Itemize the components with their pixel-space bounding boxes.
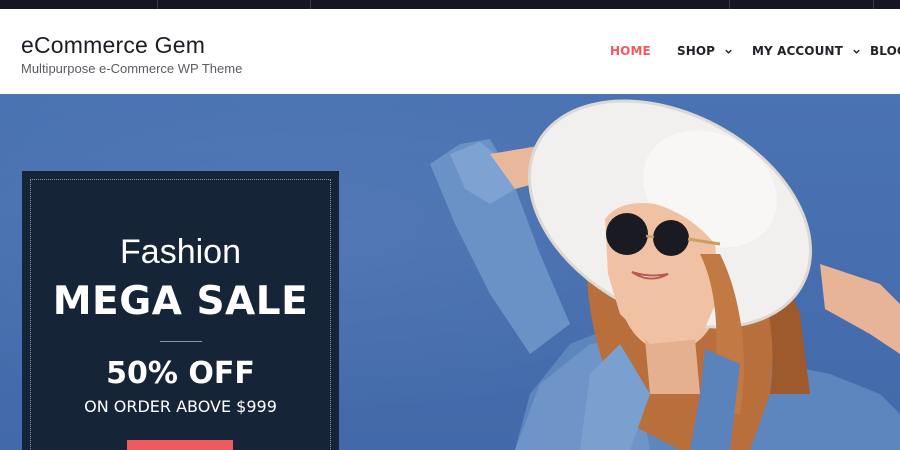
promo-cta-button[interactable]: [127, 440, 233, 450]
top-bar-divider: [873, 0, 874, 9]
nav-item-blog[interactable]: BLOG: [870, 44, 900, 58]
nav-item-label: SHOP: [677, 44, 716, 58]
promo-condition: ON ORDER ABOVE $999: [84, 397, 277, 416]
promo-discount: 50% OFF: [106, 356, 255, 391]
site-tagline: Multipurpose e-Commerce WP Theme: [21, 61, 243, 76]
promo-box: Fashion MEGA SALE 50% OFF ON ORDER ABOVE…: [22, 171, 339, 450]
top-bar-divider: [157, 0, 158, 9]
nav-item-shop[interactable]: SHOP: [677, 44, 733, 58]
top-bar-divider: [310, 0, 311, 9]
top-bar-divider: [729, 0, 730, 9]
main-nav: HOME SHOP MY ACCOUNT BLOG: [0, 44, 900, 60]
promo-heading: MEGA SALE: [52, 279, 309, 324]
hero-banner: Fashion MEGA SALE 50% OFF ON ORDER ABOVE…: [0, 94, 900, 450]
nav-item-label: HOME: [610, 44, 651, 58]
nav-item-label: BLOG: [870, 44, 900, 58]
hero-model-image: [430, 99, 900, 450]
chevron-down-icon: [853, 49, 860, 54]
promo-subheading: Fashion: [120, 233, 241, 271]
top-bar: [0, 0, 900, 9]
chevron-down-icon: [725, 49, 732, 54]
nav-item-my-account[interactable]: MY ACCOUNT: [752, 44, 861, 58]
nav-item-label: MY ACCOUNT: [752, 44, 843, 58]
promo-divider: [160, 341, 202, 342]
nav-item-home[interactable]: HOME: [610, 44, 651, 58]
site-header: eCommerce Gem Multipurpose e-Commerce WP…: [0, 9, 900, 94]
